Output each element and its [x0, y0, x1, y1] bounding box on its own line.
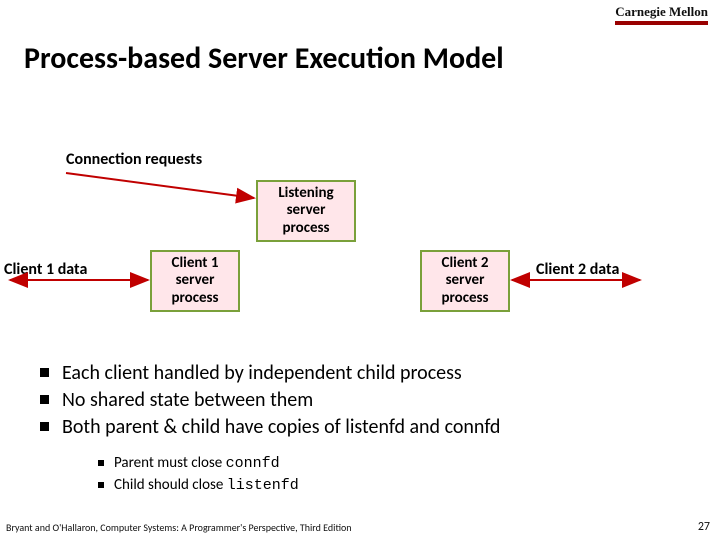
page-number: 27 [698, 520, 710, 534]
bullet-item: Each client handled by independent child… [40, 360, 680, 387]
listening-server-box: Listening server process [256, 180, 356, 242]
code-listenfd: listenfd [227, 477, 299, 494]
bullet-list-secondary: Parent must close connfd Child should cl… [98, 453, 680, 497]
bullets: Each client handled by independent child… [40, 360, 680, 497]
diagram-arrows [0, 150, 720, 340]
listening-server-label: Listening server process [278, 185, 333, 237]
client2-server-label: Client 2 server process [441, 255, 488, 307]
bullet-item: No shared state between them [40, 387, 680, 414]
client2-data-label: Client 2 data [536, 260, 619, 279]
client1-server-label: Client 1 server process [171, 255, 218, 307]
bullet-text: Parent must close [114, 454, 226, 472]
connection-requests-label: Connection requests [66, 150, 202, 169]
brand-label: Carnegie Mellon [615, 4, 708, 25]
bullet-item: Both parent & child have copies of liste… [40, 414, 680, 441]
bullet-item: Child should close listenfd [98, 475, 680, 497]
slide-title: Process-based Server Execution Model [24, 40, 504, 77]
client2-server-box: Client 2 server process [420, 250, 510, 312]
code-connfd: connfd [226, 455, 280, 472]
client1-server-box: Client 1 server process [150, 250, 240, 312]
bullet-list-primary: Each client handled by independent child… [40, 360, 680, 441]
footer-citation: Bryant and O'Hallaron, Computer Systems:… [6, 521, 352, 534]
client1-data-label: Client 1 data [4, 260, 87, 279]
bullet-text: Child should close [114, 476, 227, 494]
diagram: Connection requests Listening server pro… [0, 150, 720, 340]
bullet-item: Parent must close connfd [98, 453, 680, 475]
